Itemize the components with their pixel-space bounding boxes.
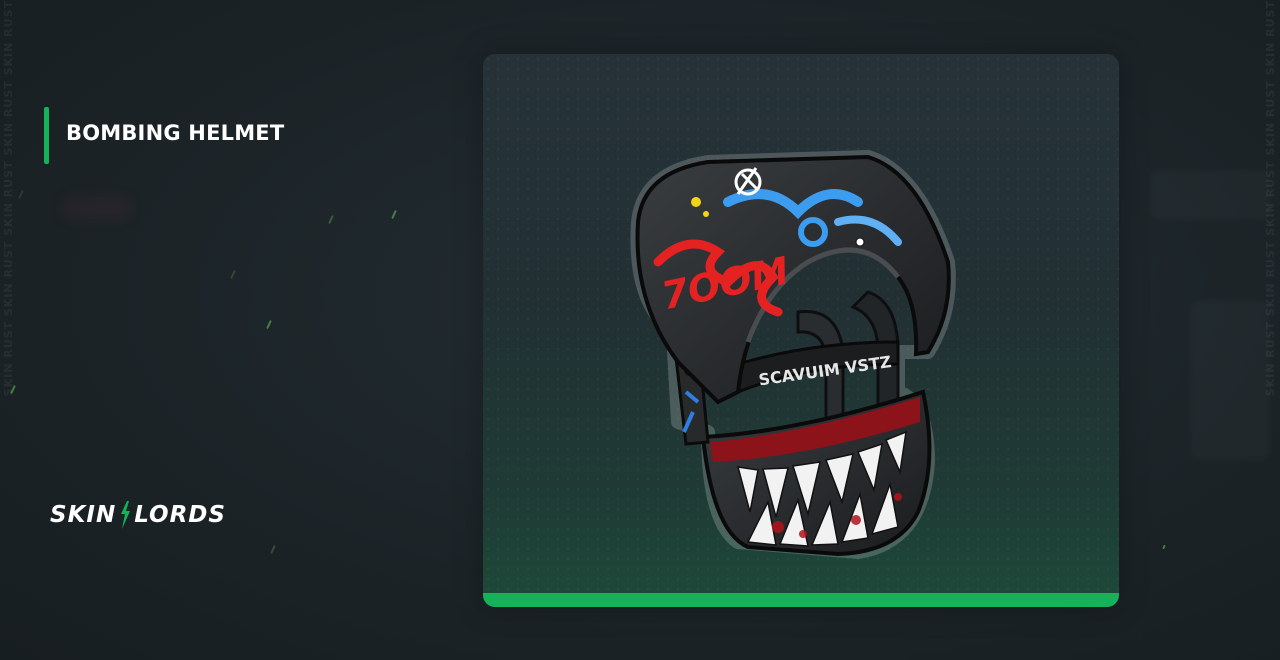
spark-decoration [230, 269, 236, 280]
spark-decoration [18, 189, 24, 200]
item-title: BOMBING HELMET [66, 121, 285, 145]
rarity-bar [483, 593, 1119, 607]
skinlords-logo: SKIN LORDS [50, 500, 226, 530]
background-ghost-shape [1150, 170, 1270, 220]
spark-decoration [270, 544, 276, 555]
spark-decoration [391, 209, 397, 220]
logo-text-left: SKIN [50, 502, 117, 528]
helmet-icon: SCAVUIM VSTZ 7OOM [630, 150, 956, 559]
watermark-text: SKIN RUST SKIN RUST SKIN RUST SKIN RUST … [2, 0, 15, 397]
vertical-watermark-left: SKIN RUST SKIN RUST SKIN RUST SKIN RUST … [2, 0, 18, 660]
lightning-icon [121, 501, 131, 529]
skin-preview-page: SKIN RUST SKIN RUST SKIN RUST SKIN RUST … [0, 0, 1280, 660]
rarity-accent-bar [44, 107, 49, 164]
blurred-price-placeholder [62, 196, 132, 220]
item-preview-card: SCAVUIM VSTZ 7OOM [483, 54, 1119, 607]
logo-text-right: LORDS [134, 502, 226, 528]
spark-decoration [266, 319, 272, 330]
spark-decoration [1162, 544, 1166, 550]
spark-decoration [328, 214, 334, 225]
background-ghost-shape [1190, 300, 1270, 460]
